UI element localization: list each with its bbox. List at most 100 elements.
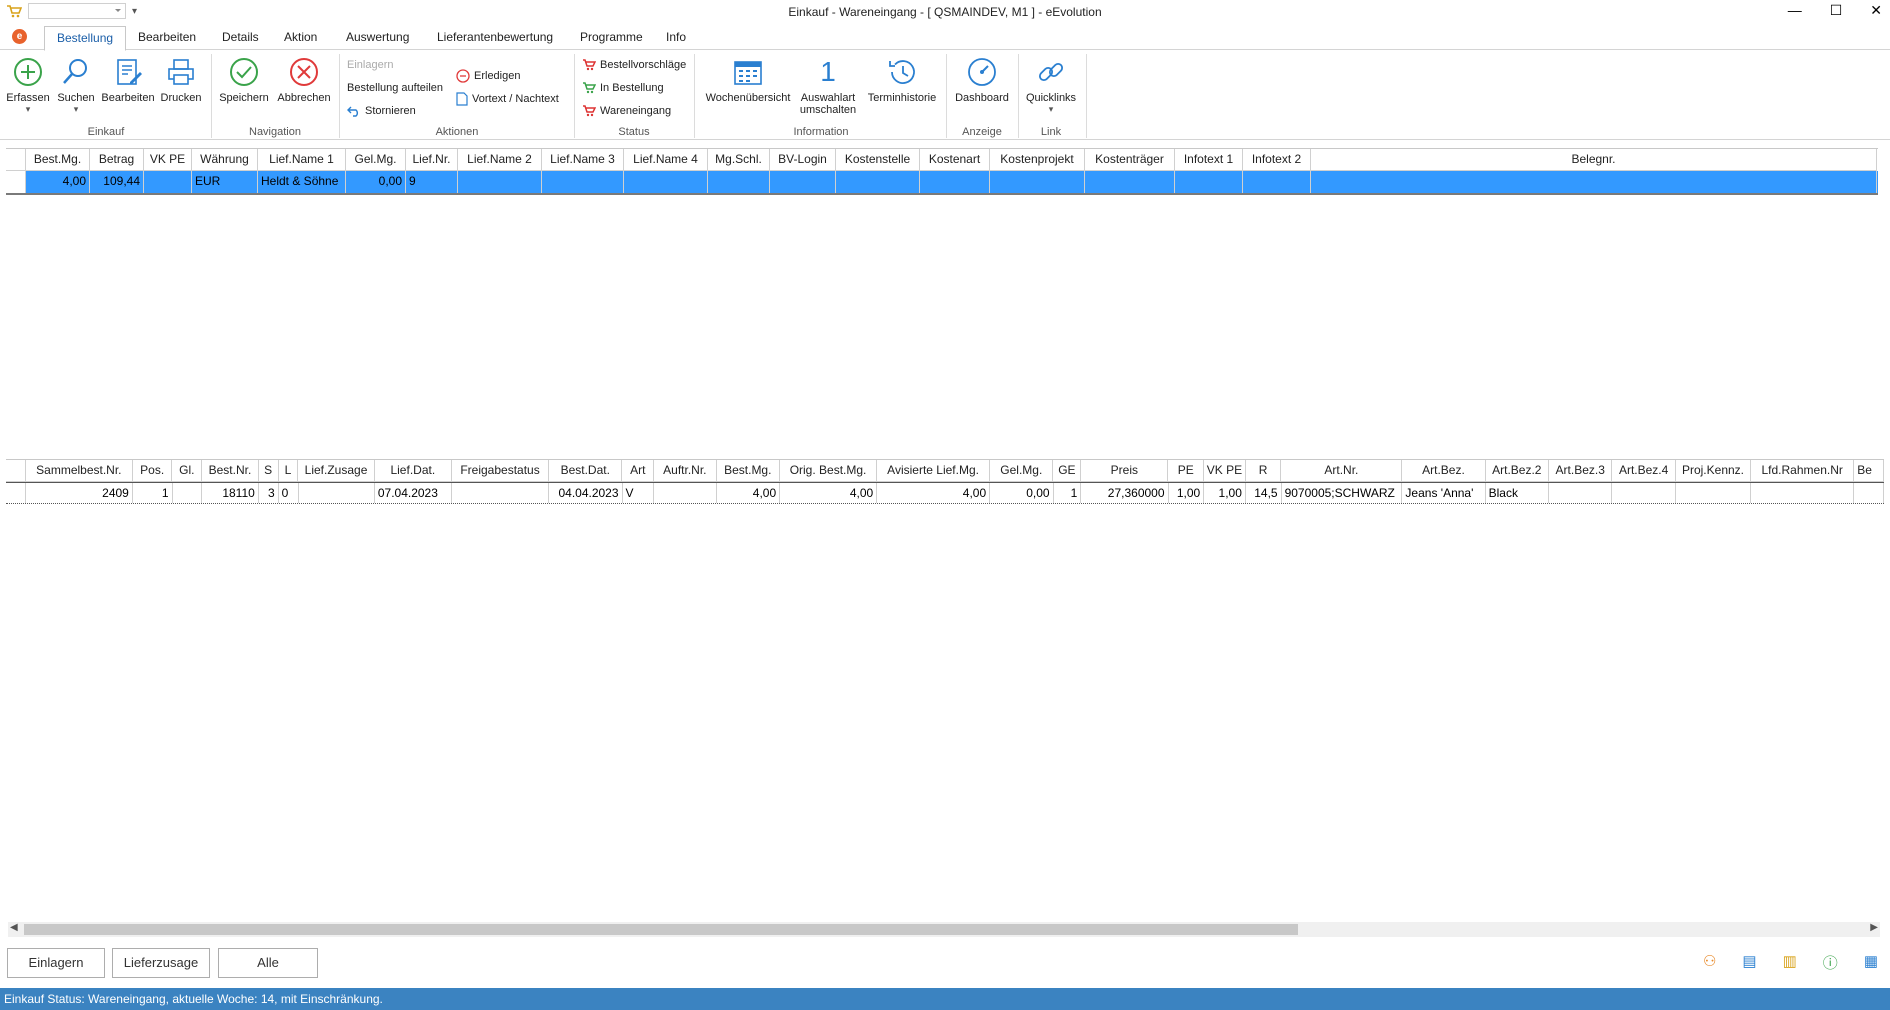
column-header[interactable]: Kostenart bbox=[920, 149, 990, 171]
table-cell[interactable]: Heldt & Söhne bbox=[258, 171, 346, 193]
table-cell[interactable] bbox=[990, 171, 1085, 193]
column-header[interactable]: Art bbox=[622, 460, 655, 482]
column-header[interactable]: Art.Bez.3 bbox=[1549, 460, 1613, 482]
table-row[interactable]: 4,00 109,44 EUR Heldt & Söhne 0,00 9 bbox=[6, 171, 1878, 193]
column-header[interactable]: Auftr.Nr. bbox=[654, 460, 717, 482]
auswahlart-umschalten-button[interactable]: 1 Auswahlart umschalten bbox=[796, 56, 860, 116]
table-cell[interactable]: 0,00 bbox=[990, 483, 1054, 503]
column-header[interactable]: Art.Bez. bbox=[1402, 460, 1486, 482]
in-bestellung-button[interactable]: In Bestellung bbox=[582, 82, 664, 94]
table-cell[interactable]: 07.04.2023 bbox=[375, 483, 453, 503]
column-header[interactable]: Lief.Nr. bbox=[406, 149, 458, 171]
table-cell[interactable] bbox=[299, 483, 375, 503]
table-cell[interactable] bbox=[1175, 171, 1243, 193]
table-cell[interactable] bbox=[1085, 171, 1175, 193]
erledigen-button[interactable]: Erledigen bbox=[456, 69, 520, 83]
table-cell[interactable]: 4,00 bbox=[780, 483, 878, 503]
column-header[interactable]: Art.Nr. bbox=[1281, 460, 1403, 482]
table-cell[interactable] bbox=[144, 171, 192, 193]
table-cell[interactable]: 1,00 bbox=[1169, 483, 1205, 503]
table-cell[interactable] bbox=[624, 171, 708, 193]
scrollbar-thumb[interactable] bbox=[24, 924, 1298, 935]
table-cell[interactable] bbox=[654, 483, 717, 503]
table-cell[interactable] bbox=[173, 483, 203, 503]
tab-bestellung[interactable]: Bestellung bbox=[44, 26, 127, 51]
table-cell[interactable] bbox=[770, 171, 836, 193]
table-cell[interactable]: 0 bbox=[279, 483, 299, 503]
scroll-left-icon[interactable]: ◀ bbox=[10, 922, 18, 933]
table-cell[interactable]: 14,5 bbox=[1246, 483, 1282, 503]
suchen-button[interactable]: Suchen ▾ bbox=[54, 56, 98, 115]
alle-button[interactable]: Alle bbox=[218, 948, 318, 978]
column-header[interactable]: Art.Bez.4 bbox=[1612, 460, 1676, 482]
table-cell[interactable]: 27,360000 bbox=[1081, 483, 1169, 503]
column-header[interactable]: Infotext 1 bbox=[1175, 149, 1243, 171]
dashboard-button[interactable]: Dashboard bbox=[950, 56, 1014, 104]
column-header[interactable]: Infotext 2 bbox=[1243, 149, 1311, 171]
tab-info[interactable]: Info bbox=[666, 30, 686, 44]
table-cell[interactable]: 1 bbox=[133, 483, 173, 503]
close-icon[interactable]: ✕ bbox=[1870, 2, 1882, 19]
column-header[interactable]: Sammelbest.Nr. bbox=[25, 460, 133, 482]
users-icon[interactable]: ⚇ bbox=[1703, 952, 1716, 973]
vortext-nachtext-button[interactable]: Vortext / Nachtext bbox=[456, 92, 559, 106]
table-cell[interactable]: 4,00 bbox=[877, 483, 991, 503]
erfassen-button[interactable]: Erfassen ▾ bbox=[6, 56, 50, 115]
notes-icon[interactable]: ▥ bbox=[1783, 952, 1797, 973]
bestellung-aufteilen-button[interactable]: Bestellung aufteilen bbox=[347, 82, 443, 94]
table-cell[interactable]: Black bbox=[1486, 483, 1550, 503]
column-header[interactable]: PE bbox=[1168, 460, 1205, 482]
table-cell[interactable]: 3 bbox=[259, 483, 279, 503]
column-header[interactable]: Lief.Name 3 bbox=[542, 149, 624, 171]
table-cell[interactable]: V bbox=[623, 483, 655, 503]
table-cell[interactable] bbox=[542, 171, 624, 193]
table-cell[interactable] bbox=[1854, 483, 1884, 503]
wareneingang-button[interactable]: Wareneingang bbox=[582, 105, 671, 117]
column-header[interactable]: Be bbox=[1854, 460, 1884, 482]
column-header[interactable]: Kostenträger bbox=[1085, 149, 1175, 171]
column-header[interactable]: Best.Nr. bbox=[202, 460, 259, 482]
column-header[interactable]: L bbox=[278, 460, 299, 482]
column-header[interactable]: Betrag bbox=[90, 149, 144, 171]
table-cell[interactable] bbox=[708, 171, 770, 193]
table-cell[interactable]: 04.04.2023 bbox=[549, 483, 623, 503]
scroll-right-icon[interactable]: ▶ bbox=[1870, 922, 1878, 933]
column-header[interactable]: Best.Mg. bbox=[716, 460, 780, 482]
column-header[interactable]: Lfd.Rahmen.Nr bbox=[1751, 460, 1855, 482]
speichern-button[interactable]: Speichern bbox=[216, 56, 272, 104]
table-cell[interactable]: 4,00 bbox=[26, 171, 90, 193]
table-cell[interactable]: 1 bbox=[1054, 483, 1082, 503]
column-header[interactable]: Orig. Best.Mg. bbox=[779, 460, 878, 482]
table-cell[interactable]: 1,00 bbox=[1204, 483, 1246, 503]
report-icon[interactable]: ▦ bbox=[1864, 952, 1878, 973]
column-header[interactable]: Avisierte Lief.Mg. bbox=[877, 460, 991, 482]
drucken-button[interactable]: Drucken bbox=[158, 56, 204, 104]
wochenuebersicht-button[interactable]: Wochenübersicht bbox=[700, 56, 796, 104]
table-cell[interactable] bbox=[1311, 171, 1877, 193]
table-cell[interactable]: 9 bbox=[406, 171, 458, 193]
table-cell[interactable]: 0,00 bbox=[346, 171, 406, 193]
table-cell[interactable]: 18110 bbox=[202, 483, 259, 503]
column-header[interactable]: Gel.Mg. bbox=[346, 149, 406, 171]
column-header[interactable]: Proj.Kennz. bbox=[1675, 460, 1752, 482]
table-cell[interactable]: Jeans 'Anna' bbox=[1402, 483, 1486, 503]
table-cell[interactable] bbox=[1676, 483, 1752, 503]
column-header[interactable]: Kostenstelle bbox=[836, 149, 920, 171]
maximize-icon[interactable]: ☐ bbox=[1830, 2, 1843, 19]
tab-auswertung[interactable]: Auswertung bbox=[346, 30, 409, 44]
bearbeiten-button[interactable]: Bearbeiten bbox=[100, 56, 156, 104]
lieferzusage-button[interactable]: Lieferzusage bbox=[112, 948, 210, 978]
table-cell[interactable]: 2409 bbox=[26, 483, 133, 503]
quicklinks-button[interactable]: Quicklinks ▾ bbox=[1022, 56, 1080, 115]
bestellvorschlaege-button[interactable]: Bestellvorschläge bbox=[582, 59, 686, 71]
column-header[interactable]: Lief.Name 4 bbox=[624, 149, 708, 171]
table-cell[interactable] bbox=[1549, 483, 1613, 503]
table-cell[interactable] bbox=[920, 171, 990, 193]
table-cell[interactable] bbox=[1751, 483, 1855, 503]
table-cell[interactable]: EUR bbox=[192, 171, 258, 193]
table-cell[interactable] bbox=[1612, 483, 1676, 503]
column-header[interactable]: Mg.Schl. bbox=[708, 149, 770, 171]
column-header[interactable]: Gl. bbox=[172, 460, 203, 482]
table-cell[interactable] bbox=[836, 171, 920, 193]
column-header[interactable]: R bbox=[1245, 460, 1282, 482]
